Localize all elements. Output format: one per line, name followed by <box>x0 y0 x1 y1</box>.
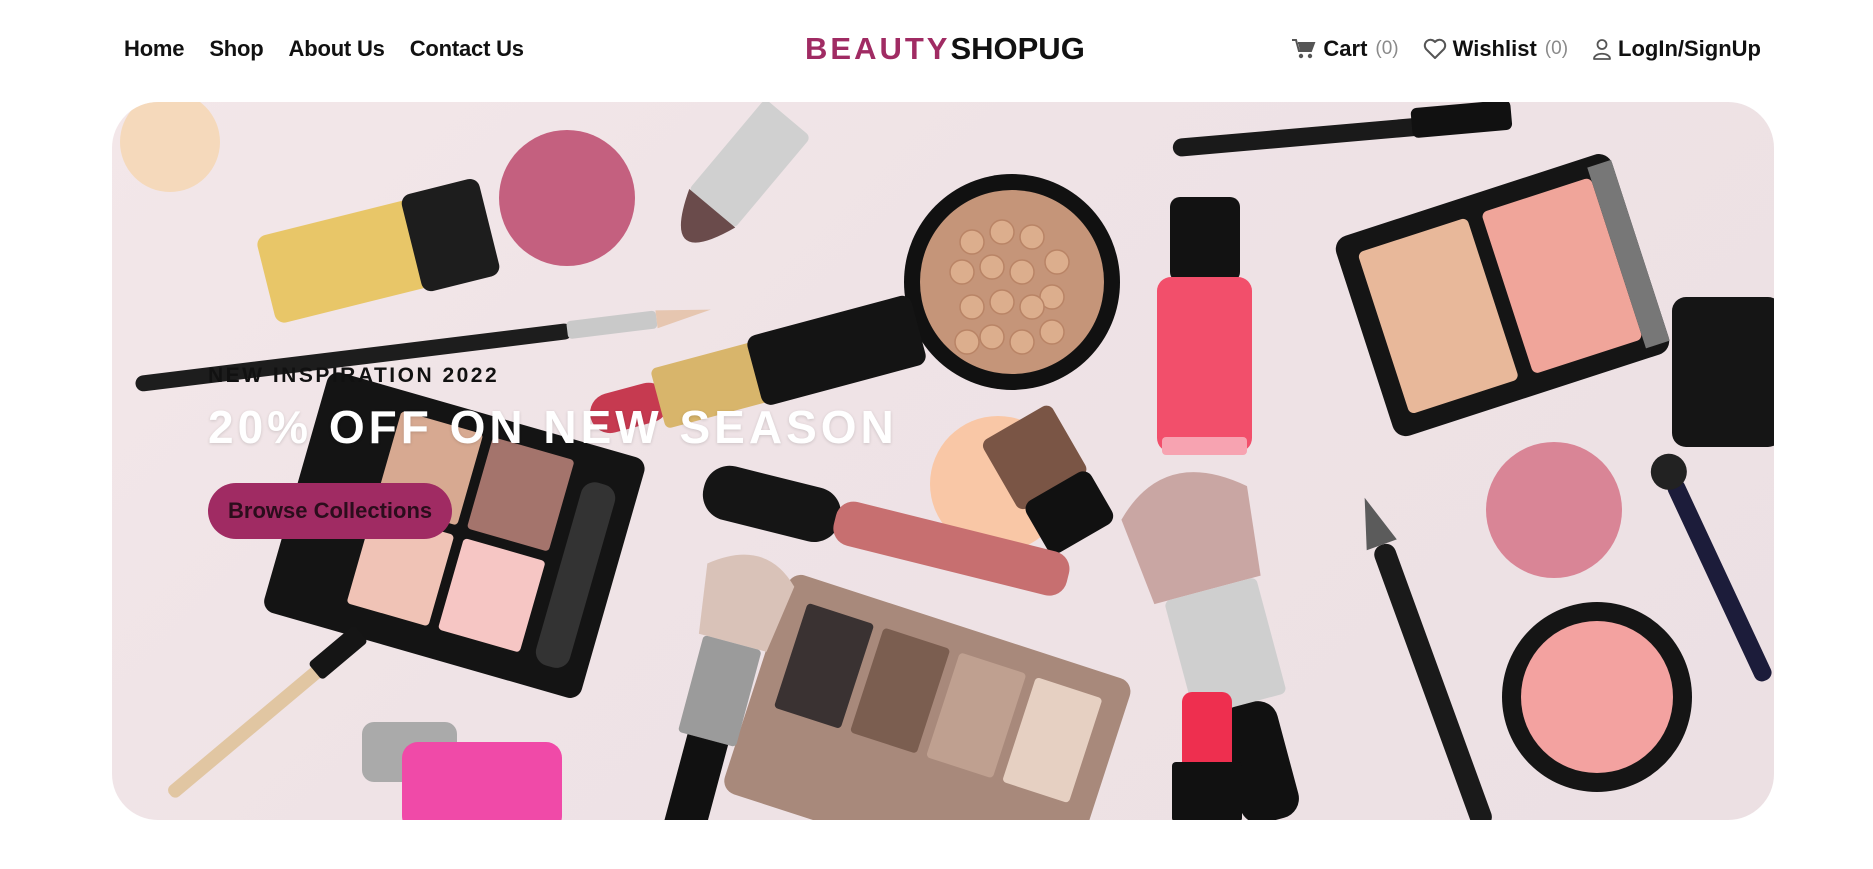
main-nav: Home Shop About Us Contact Us <box>124 36 524 62</box>
browse-collections-button[interactable]: Browse Collections <box>208 483 453 539</box>
cart-icon <box>1291 38 1317 60</box>
hero-banner: NEW INSPIRATION 2022 20% OFF ON NEW SEAS… <box>112 102 1774 820</box>
brand-logo[interactable]: BEAUTYSHOPUG <box>805 31 1085 67</box>
login-link[interactable]: LogIn/SignUp <box>1592 36 1761 62</box>
cart-label: Cart <box>1323 36 1368 61</box>
header-actions: Cart (0) Wishlist (0) LogIn/SignUp <box>1291 36 1761 62</box>
nav-contact-us[interactable]: Contact Us <box>410 36 524 62</box>
site-header: Home Shop About Us Contact Us BEAUTYSHOP… <box>0 0 1873 100</box>
brand-logo-part1: BEAUTY <box>805 31 951 66</box>
user-icon <box>1592 38 1612 60</box>
wishlist-count: (0) <box>1544 38 1569 59</box>
hero-headline: 20% OFF ON NEW SEASON <box>208 401 898 453</box>
brand-logo-part2: SHOPUG <box>950 31 1085 66</box>
wishlist-label: Wishlist <box>1452 36 1537 61</box>
hero-cosmetics-image <box>120 102 1774 820</box>
heart-icon <box>1423 38 1447 60</box>
cart-link[interactable]: Cart (0) <box>1291 36 1399 62</box>
nav-about-us[interactable]: About Us <box>289 36 385 62</box>
login-label: LogIn/SignUp <box>1618 36 1761 61</box>
hero-eyebrow: NEW INSPIRATION 2022 <box>208 364 500 387</box>
wishlist-link[interactable]: Wishlist (0) <box>1423 36 1568 62</box>
nav-home[interactable]: Home <box>124 36 185 62</box>
cart-count: (0) <box>1375 38 1399 59</box>
nav-shop[interactable]: Shop <box>209 36 263 62</box>
